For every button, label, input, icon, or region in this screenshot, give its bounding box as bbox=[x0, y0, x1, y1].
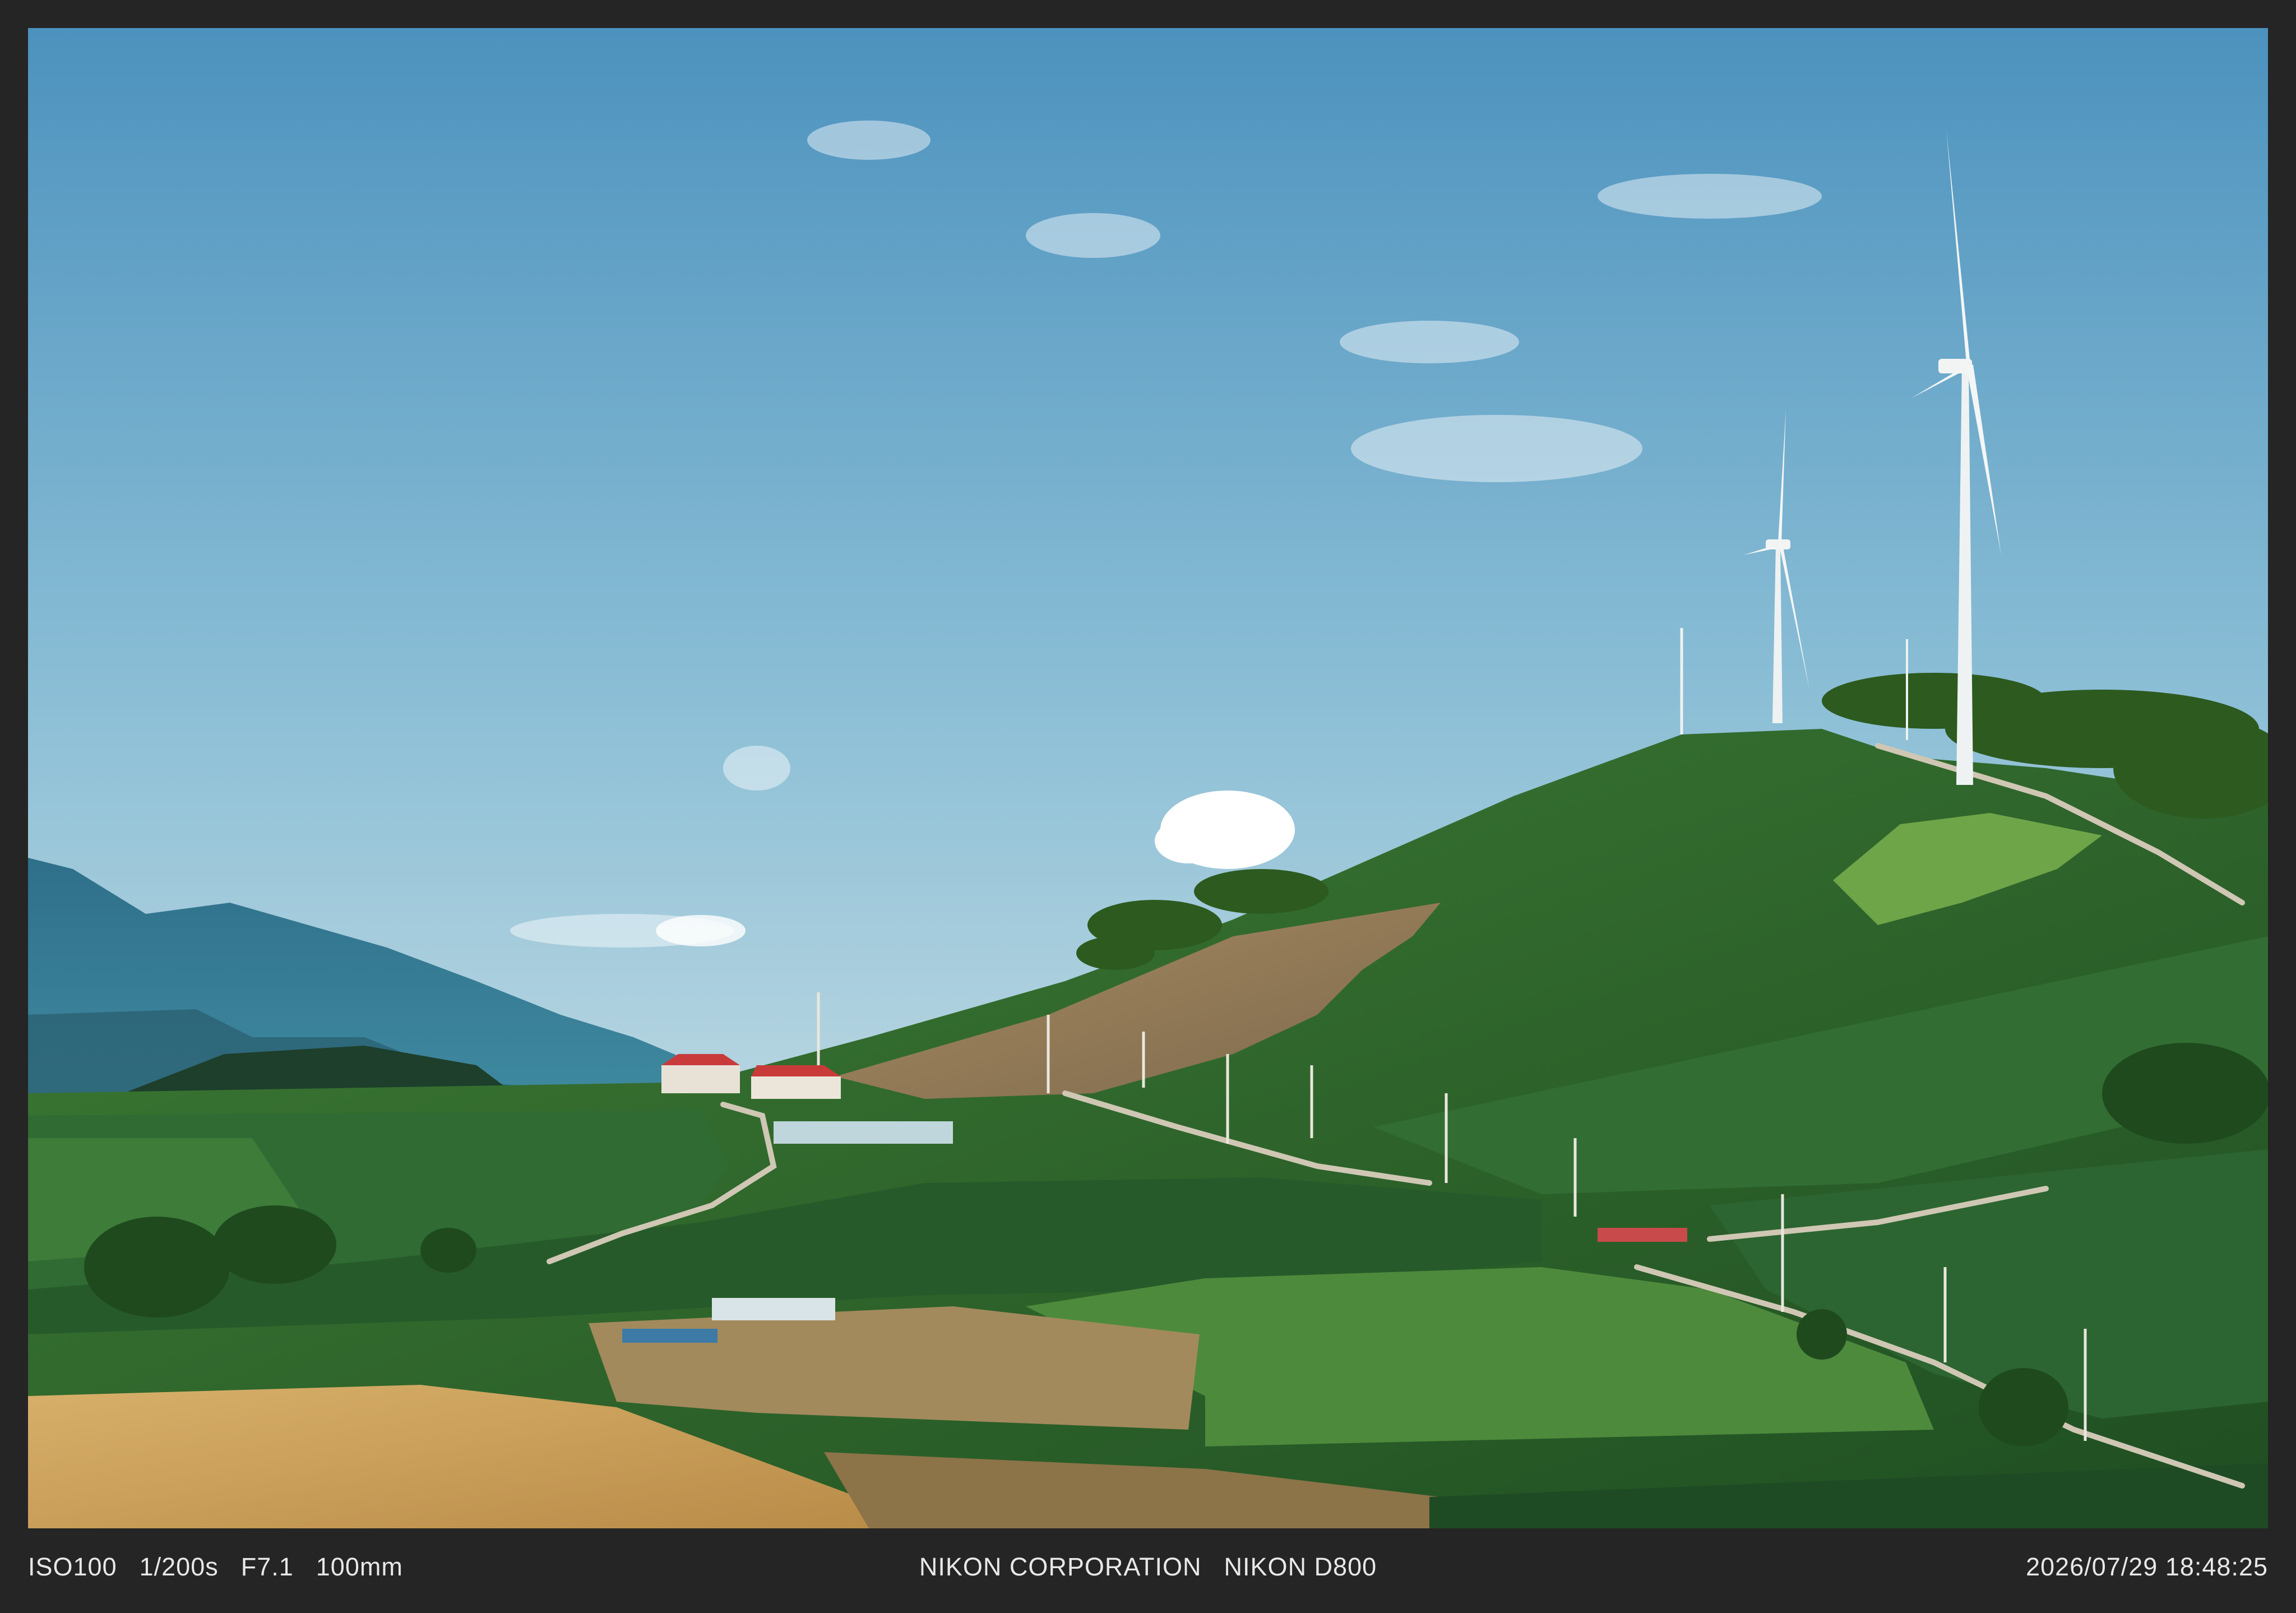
wind-farm-landscape-image bbox=[28, 28, 2268, 1528]
photo-frame: ISO100 1/200s F7.1 100mm NIKON CORPORATION N… bbox=[0, 0, 2296, 1613]
camera-model: NIKON D800 bbox=[1224, 1552, 1377, 1581]
capture-datetime: 2026/07/29 18:48:25 bbox=[2026, 1552, 2268, 1581]
exif-caption-bar: ISO100 1/200s F7.1 100mm NIKON CORPORATION N… bbox=[28, 1547, 2268, 1587]
camera-info: NIKON CORPORATION NIKON D800 bbox=[28, 1547, 2268, 1587]
camera-maker: NIKON CORPORATION bbox=[919, 1552, 1202, 1581]
landscape-photo bbox=[28, 28, 2268, 1528]
